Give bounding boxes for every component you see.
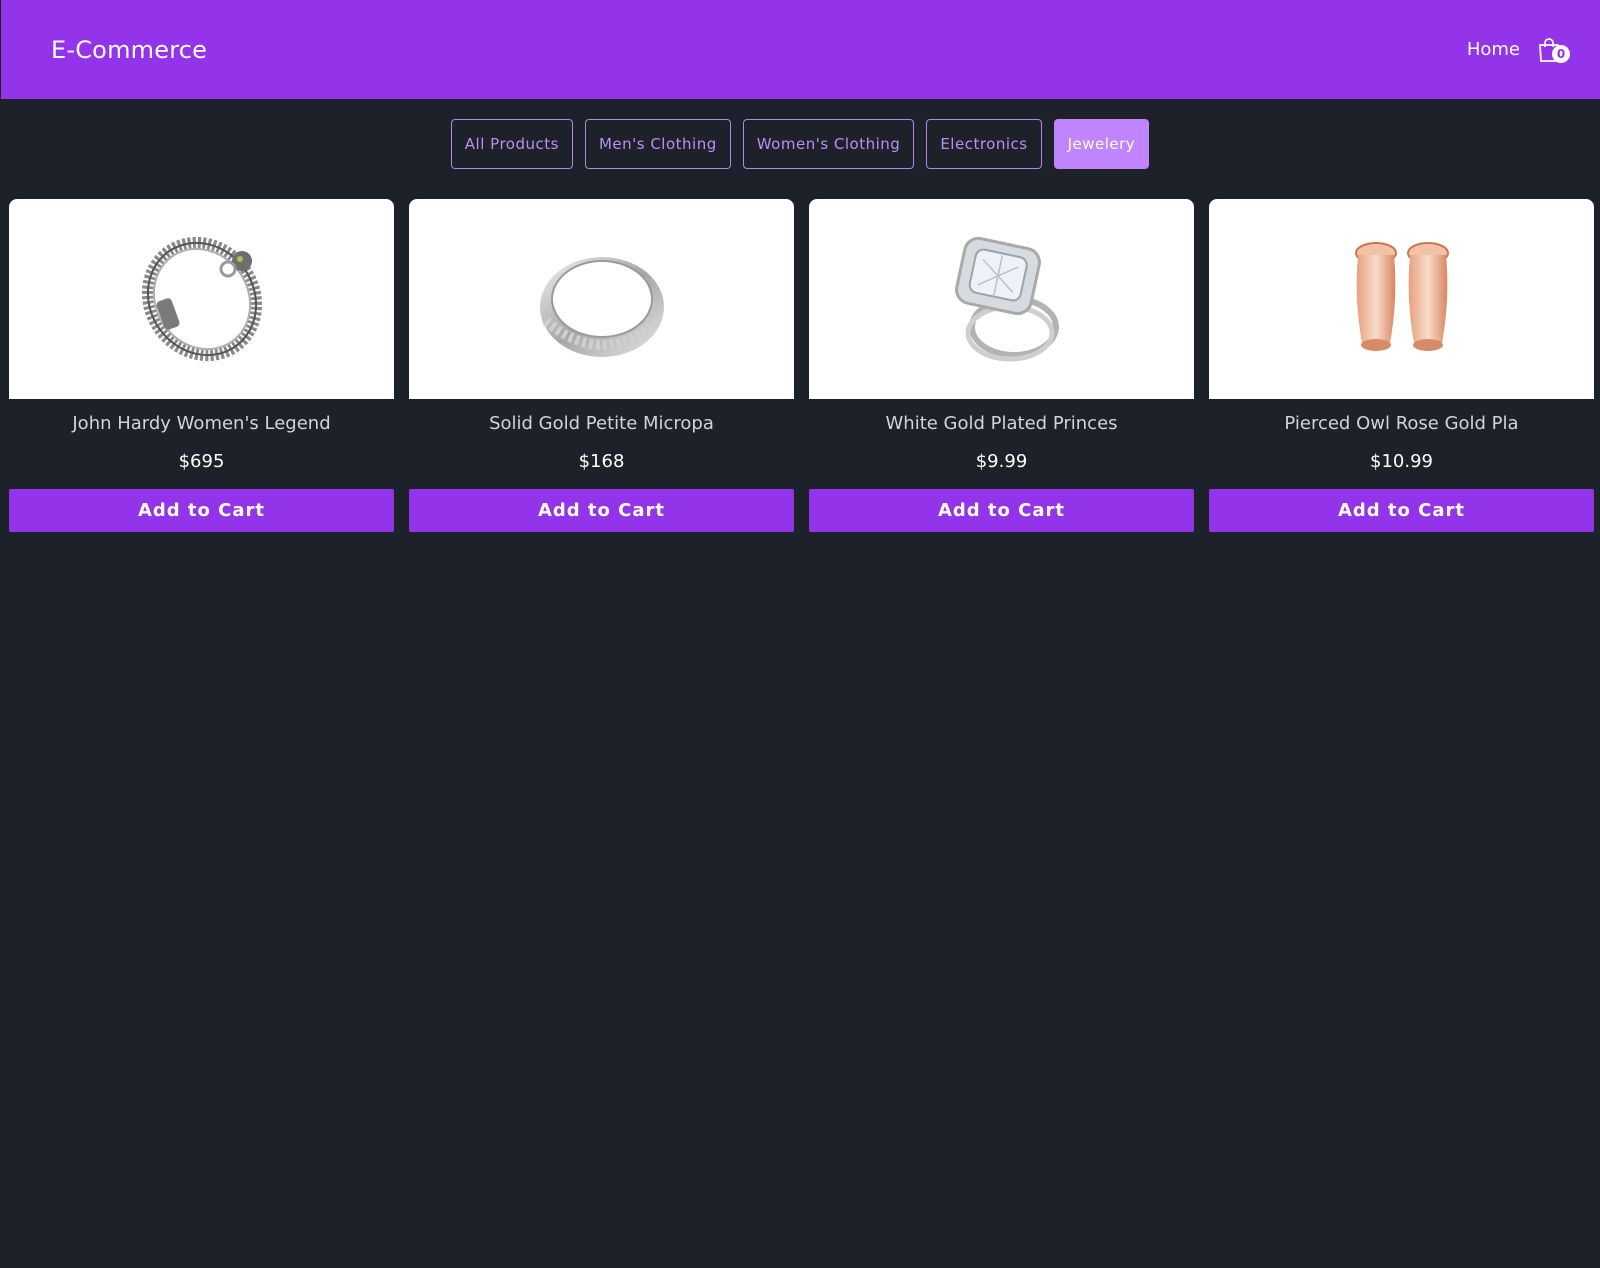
nav-links: Home 0 [1467, 33, 1570, 67]
cart-button[interactable]: 0 [1538, 33, 1570, 67]
navbar: E-Commerce Home 0 [1, 0, 1600, 99]
nav-home-link[interactable]: Home [1467, 39, 1520, 60]
diamond-ring-image [954, 236, 1059, 362]
product-price: $10.99 [1370, 451, 1433, 472]
filter-electronics[interactable]: Electronics [926, 119, 1042, 169]
product-title[interactable]: Pierced Owl Rose Gold Pla [1209, 413, 1594, 437]
ring-image [539, 257, 664, 357]
product-grid: John Hardy Women's Legend $695 Add to Ca… [9, 199, 1594, 532]
product-card: Pierced Owl Rose Gold Pla $10.99 Add to … [1209, 199, 1594, 532]
product-card: Solid Gold Petite Micropa $168 Add to Ca… [409, 199, 794, 532]
product-image[interactable] [409, 199, 794, 399]
category-filters: All Products Men's Clothing Women's Clot… [0, 119, 1600, 169]
earrings-image [1354, 242, 1449, 351]
product-image[interactable] [809, 199, 1194, 399]
add-to-cart-button[interactable]: Add to Cart [409, 489, 794, 532]
add-to-cart-button[interactable]: Add to Cart [1209, 489, 1594, 532]
filter-jewelery[interactable]: Jewelery [1053, 119, 1150, 169]
product-image[interactable] [1209, 199, 1594, 399]
product-title[interactable]: White Gold Plated Princes [809, 413, 1194, 437]
product-price: $168 [578, 451, 625, 472]
product-price: $695 [178, 451, 225, 472]
filter-womens-clothing[interactable]: Women's Clothing [742, 119, 915, 169]
bracelet-image [141, 236, 262, 362]
add-to-cart-button[interactable]: Add to Cart [809, 489, 1194, 532]
brand-logo[interactable]: E-Commerce [51, 36, 207, 64]
filter-mens-clothing[interactable]: Men's Clothing [584, 119, 731, 169]
product-title[interactable]: Solid Gold Petite Micropa [409, 413, 794, 437]
cart-count-badge: 0 [1552, 44, 1570, 63]
product-image[interactable] [9, 199, 394, 399]
product-price: $9.99 [975, 451, 1028, 472]
product-card: John Hardy Women's Legend $695 Add to Ca… [9, 199, 394, 532]
product-card: White Gold Plated Princes $9.99 Add to C… [809, 199, 1194, 532]
filter-all-products[interactable]: All Products [450, 119, 573, 169]
product-title[interactable]: John Hardy Women's Legend [9, 413, 394, 437]
add-to-cart-button[interactable]: Add to Cart [9, 489, 394, 532]
